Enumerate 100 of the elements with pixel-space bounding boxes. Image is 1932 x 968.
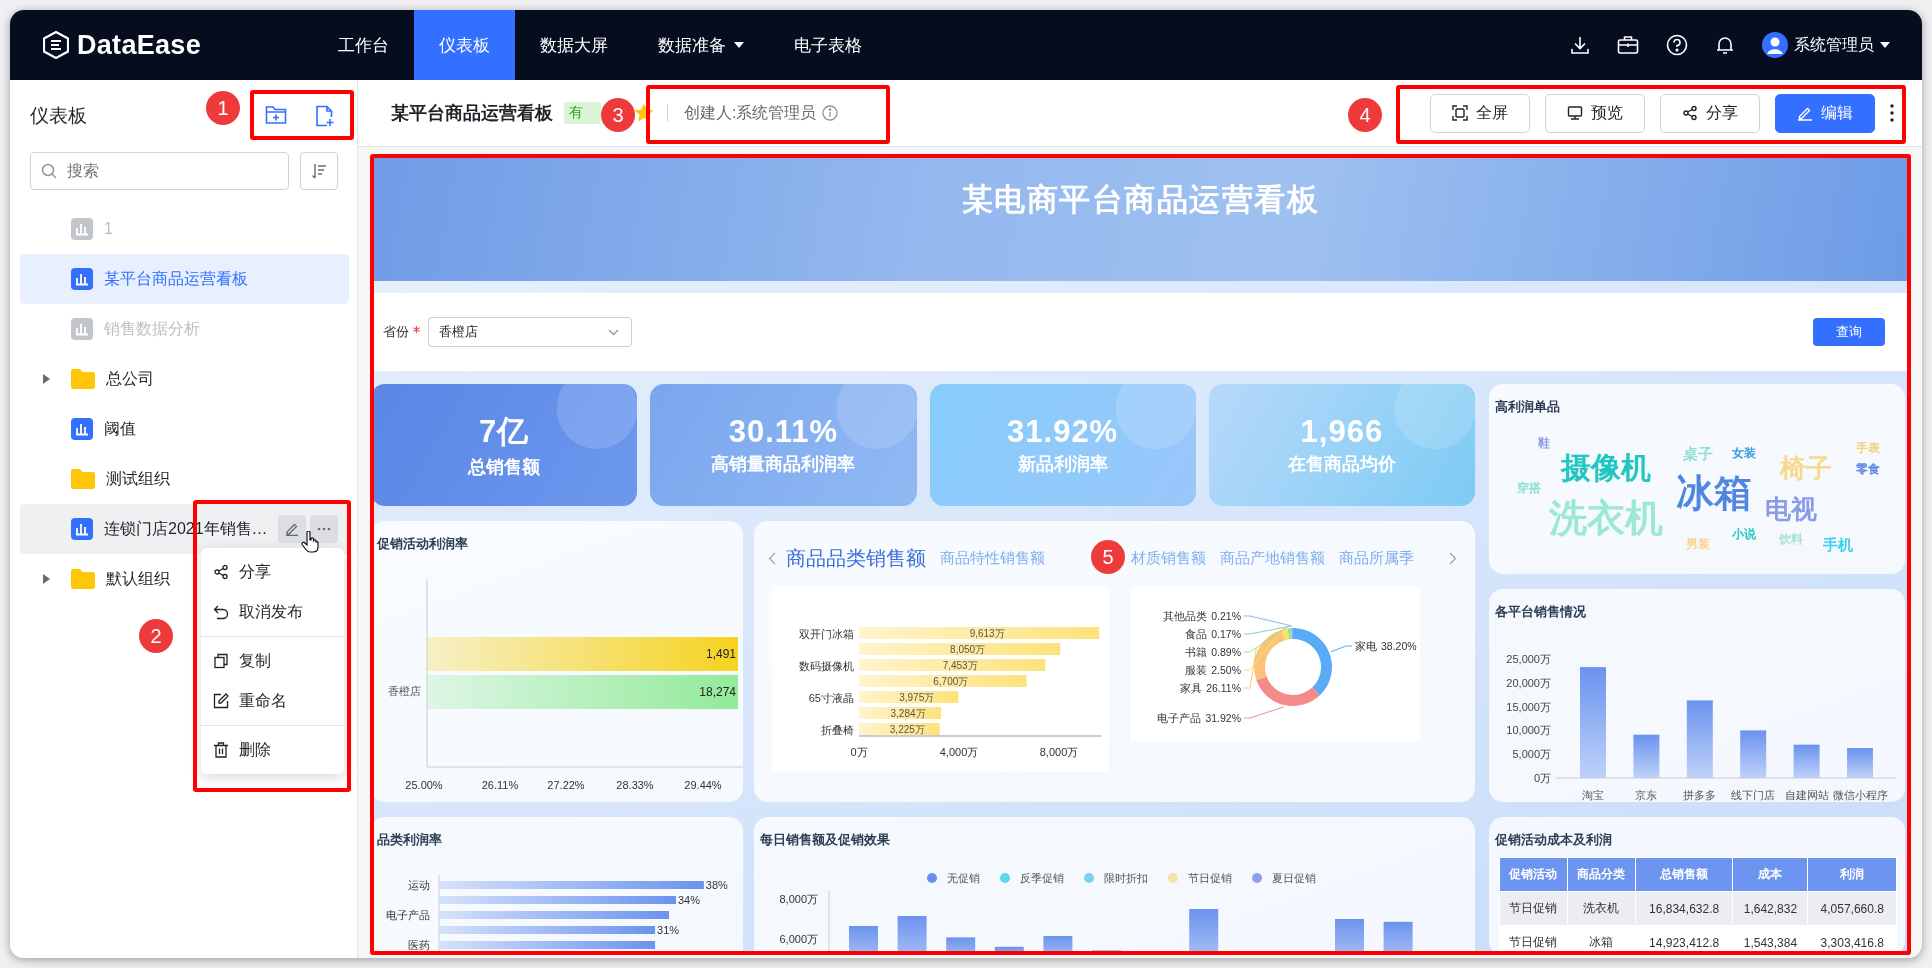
word-cloud-word: 摄像机	[1561, 453, 1651, 483]
query-button[interactable]: 查询	[1813, 318, 1885, 346]
table-cell: 洗衣机	[1567, 891, 1636, 926]
dashboard-icon	[71, 418, 93, 440]
nav-tab[interactable]: 数据准备	[633, 10, 769, 80]
chart-tab[interactable]: 商品品类销售额	[786, 544, 926, 572]
data-label: 7,453万	[942, 660, 978, 671]
leader-line	[1330, 645, 1353, 653]
expand-caret-icon[interactable]	[43, 374, 50, 384]
nav-tab[interactable]: 电子表格	[769, 10, 887, 80]
table-cell: 16,834,632.8	[1635, 891, 1733, 926]
new-file-icon[interactable]	[315, 105, 335, 127]
data-label: 电子产品 31.92%	[1157, 712, 1241, 724]
card-title: 各平台销售情况	[1494, 603, 1587, 621]
dashboard-icon	[71, 518, 93, 540]
share-icon	[1682, 105, 1698, 121]
axis-label: 双开门冰箱	[799, 628, 854, 640]
axis-label: 医药	[408, 939, 430, 951]
sort-button[interactable]	[300, 152, 338, 190]
legend-label: 无促销	[947, 870, 980, 886]
creator-text: 创建人:系统管理员	[684, 102, 817, 123]
search-field[interactable]: 搜索	[30, 152, 289, 190]
logo-icon	[43, 31, 69, 59]
user-menu-button[interactable]: 系统管理员	[1762, 32, 1890, 58]
column-header: 利润	[1807, 857, 1897, 892]
banner-title: 某电商平台商品运营看板	[961, 181, 1320, 219]
monitor-icon	[1567, 105, 1583, 121]
data-label: 3,225万	[889, 724, 925, 735]
toolbar-button[interactable]: 全屏	[1430, 93, 1530, 133]
pencil-icon	[1797, 105, 1813, 121]
help-icon[interactable]	[1666, 34, 1688, 56]
tick-label: 20,000万	[1506, 676, 1551, 689]
word-cloud-word: 女装	[1732, 447, 1756, 459]
chevron-down-icon	[608, 328, 619, 336]
tree-item[interactable]: 阈值	[20, 404, 349, 454]
column-header: 促销活动	[1499, 857, 1568, 892]
legend-label: 反季促销	[1020, 870, 1064, 886]
data-label: 6,700万	[933, 676, 969, 687]
toolbar-button[interactable]: 编辑	[1775, 93, 1875, 133]
menu-item[interactable]: 复制	[201, 641, 344, 681]
word-cloud-word: 穿搭	[1517, 482, 1541, 494]
tick-label: 0万	[850, 746, 868, 758]
briefcase-icon[interactable]	[1617, 35, 1639, 55]
bell-icon[interactable]	[1715, 34, 1735, 56]
data-label: 其他品类 0.21%	[1163, 610, 1241, 622]
menu-item[interactable]: 取消发布	[201, 592, 344, 632]
data-label: 34%	[678, 894, 700, 906]
tick-label: 8,000万	[1039, 746, 1079, 758]
tree-item[interactable]: 某平台商品运营看板	[20, 254, 349, 304]
nav-tab[interactable]: 工作台	[313, 10, 414, 80]
axis-label: 微信小程序	[1832, 789, 1888, 801]
tick-label: 0万	[1533, 772, 1551, 784]
menu-item[interactable]: 分享	[201, 552, 344, 592]
filter-label: 省份	[383, 323, 409, 341]
data-label: 8,050万	[950, 644, 986, 655]
dashboard-icon	[71, 218, 93, 240]
word-cloud-word: 桌子	[1683, 445, 1713, 461]
star-icon[interactable]	[635, 104, 653, 122]
tick-label: 26.11%	[481, 779, 519, 791]
axis-label: 折叠椅	[821, 724, 854, 736]
bar	[1740, 730, 1767, 778]
tree-item[interactable]: 总公司	[20, 354, 349, 404]
more-button[interactable]	[309, 515, 338, 543]
tick-label: 6,000万	[779, 933, 818, 945]
data-label: 18,274	[699, 685, 736, 699]
select-field[interactable]: 香橙店	[428, 317, 632, 347]
data-label: 家具 26.11%	[1180, 682, 1241, 694]
word-cloud-word: 椅子	[1780, 455, 1832, 481]
kpi-label: 总销售额	[468, 456, 541, 479]
folder-icon	[71, 469, 95, 489]
toolbar-button[interactable]: 预览	[1545, 93, 1645, 133]
logo-text: DataEase	[77, 29, 201, 61]
toolbar-button[interactable]: 分享	[1660, 93, 1760, 133]
menu-item[interactable]: 删除	[201, 730, 344, 770]
column-header: 总销售额	[1635, 857, 1733, 892]
tick-label: 25.00%	[405, 779, 443, 791]
tree-item[interactable]: 测试组织	[20, 454, 349, 504]
kpi-value: 31.92%	[1007, 414, 1119, 450]
download-icon[interactable]	[1570, 35, 1590, 55]
table-cell: 节日促销	[1499, 891, 1568, 926]
edit-icon	[213, 693, 229, 709]
info-icon[interactable]	[822, 105, 839, 121]
expand-caret-icon[interactable]	[43, 574, 50, 584]
edit-button[interactable]	[277, 515, 306, 543]
tick-label: 8,000万	[779, 893, 818, 905]
undo-icon	[213, 604, 229, 620]
column-header: 商品分类	[1567, 857, 1636, 892]
card-title: 促销活动成本及利润	[1493, 831, 1613, 849]
nav-tab[interactable]: 数据大屏	[515, 10, 633, 80]
nav-tab[interactable]: 仪表板	[414, 10, 515, 80]
data-label: 食品 0.17%	[1185, 628, 1241, 640]
more-vertical-icon[interactable]	[1890, 104, 1894, 122]
new-folder-icon[interactable]	[265, 105, 287, 125]
fullscreen-icon	[1452, 105, 1468, 121]
axis-label: 运动	[408, 879, 430, 891]
menu-item[interactable]: 重命名	[201, 681, 344, 721]
data-label: 31%	[657, 924, 680, 936]
word-cloud-word: 冰箱	[1676, 474, 1752, 512]
bar	[1793, 744, 1820, 778]
axis-label: 淘宝	[1582, 789, 1604, 801]
